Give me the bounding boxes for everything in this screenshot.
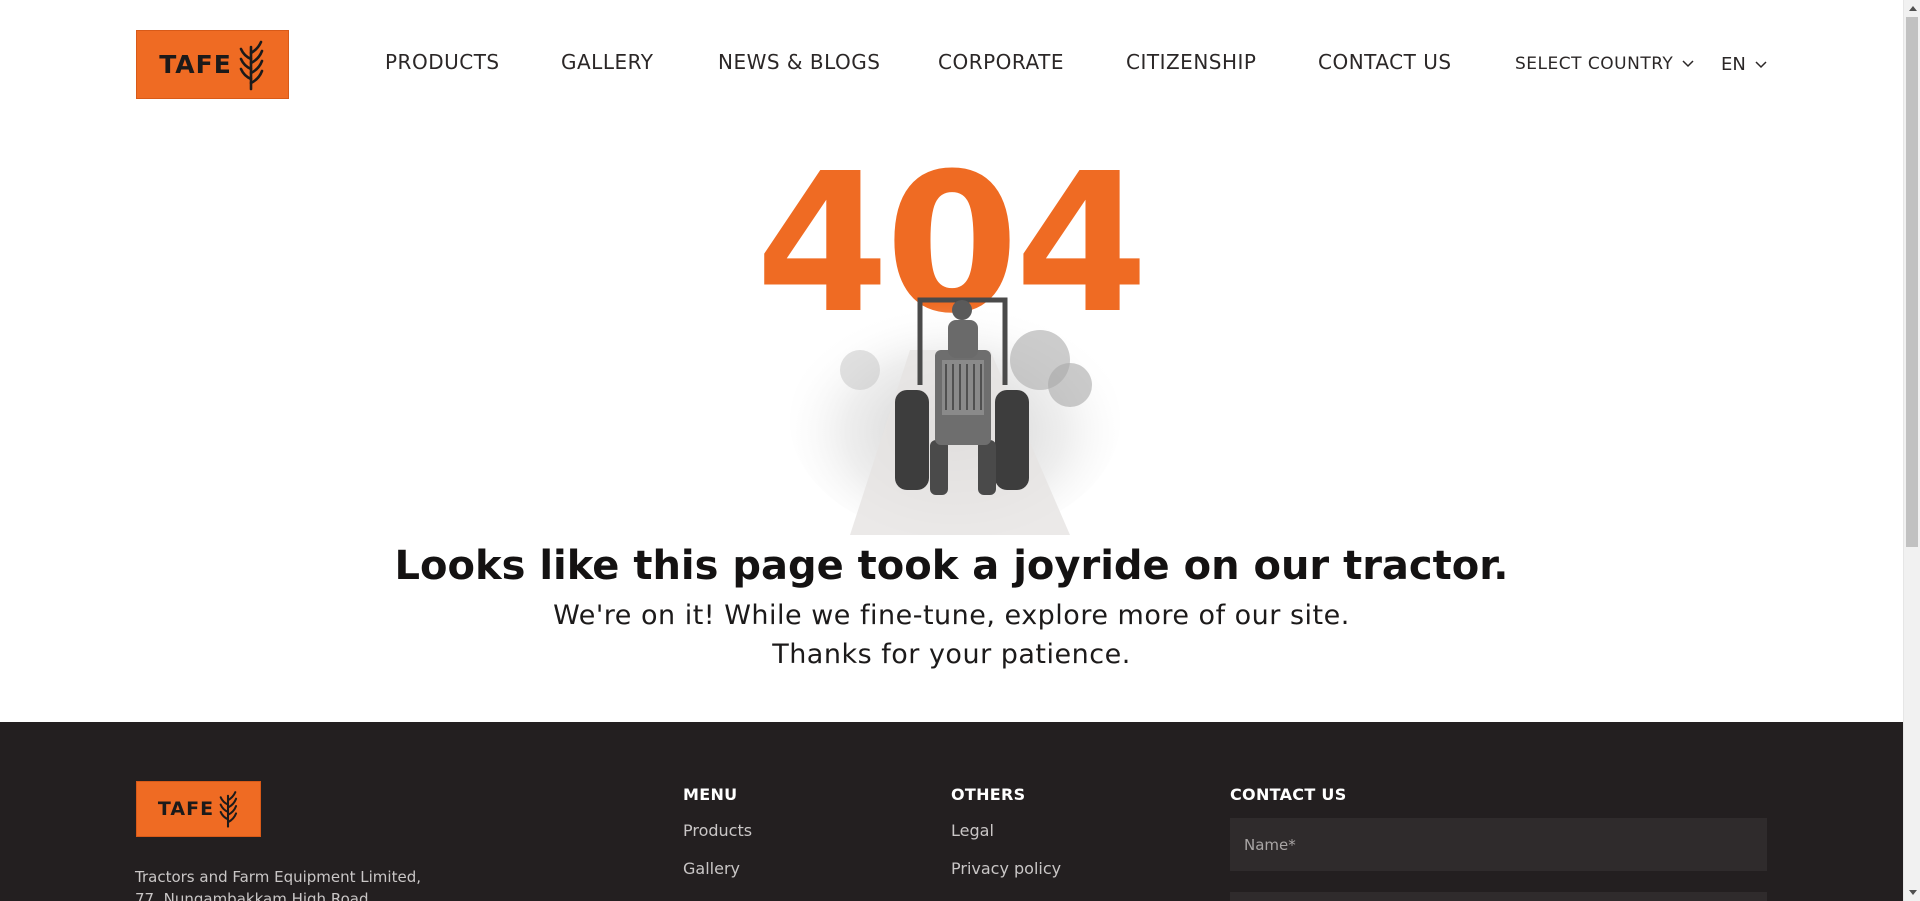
footer-logo-text: TAFE bbox=[157, 798, 215, 820]
page-scrollbar[interactable] bbox=[1903, 0, 1920, 901]
chevron-down-icon bbox=[1755, 61, 1767, 69]
nav-corporate[interactable]: CORPORATE bbox=[938, 50, 1064, 74]
wheat-icon bbox=[219, 791, 238, 828]
tafe-logo[interactable]: TAFE bbox=[136, 30, 289, 99]
scrollbar-thumb[interactable] bbox=[1906, 17, 1918, 547]
footer-tafe-logo[interactable]: TAFE bbox=[136, 781, 261, 837]
nav-citizenship[interactable]: CITIZENSHIP bbox=[1126, 50, 1256, 74]
page-headline: Looks like this page took a joyride on o… bbox=[394, 543, 1509, 589]
nav-news-blogs[interactable]: NEWS & BLOGS bbox=[718, 50, 880, 74]
footer-address-line1: Tractors and Farm Equipment Limited, bbox=[135, 868, 421, 886]
footer-address-line2: 77, Nungambakkam High Road, bbox=[135, 890, 374, 901]
nav-products[interactable]: PRODUCTS bbox=[385, 50, 500, 74]
select-country-dropdown[interactable]: SELECT COUNTRY bbox=[1515, 54, 1694, 74]
footer-link-privacy-policy[interactable]: Privacy policy bbox=[951, 859, 1061, 878]
footer-link-legal[interactable]: Legal bbox=[951, 821, 994, 840]
language-label: EN bbox=[1721, 54, 1746, 75]
select-country-label: SELECT COUNTRY bbox=[1515, 54, 1674, 74]
scroll-down-arrow-icon[interactable] bbox=[1904, 884, 1920, 901]
contact-next-field[interactable] bbox=[1230, 892, 1767, 901]
page-subtext-line1: We're on it! While we fine-tune, explore… bbox=[553, 600, 1350, 631]
footer-link-gallery[interactable]: Gallery bbox=[683, 859, 740, 878]
language-dropdown[interactable]: EN bbox=[1721, 54, 1767, 75]
site-header: TAFE PRODUCTS GALLERY NEWS & BLOGS CORPO… bbox=[0, 0, 1903, 130]
site-footer: TAFE Tractors and Farm Equipment Limited… bbox=[0, 722, 1903, 901]
scroll-up-arrow-icon[interactable] bbox=[1904, 0, 1920, 17]
footer-link-products[interactable]: Products bbox=[683, 821, 752, 840]
logo-text: TAFE bbox=[159, 50, 232, 79]
page-subtext-line2: Thanks for your patience. bbox=[772, 639, 1131, 670]
nav-contact-us[interactable]: CONTACT US bbox=[1318, 50, 1452, 74]
chevron-down-icon bbox=[1682, 60, 1694, 68]
footer-others-heading: OTHERS bbox=[951, 785, 1026, 804]
contact-name-field[interactable] bbox=[1230, 818, 1767, 871]
tractor-illustration bbox=[790, 297, 1120, 535]
wheat-icon bbox=[239, 40, 264, 90]
footer-menu-heading: MENU bbox=[683, 785, 738, 804]
nav-gallery[interactable]: GALLERY bbox=[561, 50, 653, 74]
footer-contact-heading: CONTACT US bbox=[1230, 785, 1347, 804]
